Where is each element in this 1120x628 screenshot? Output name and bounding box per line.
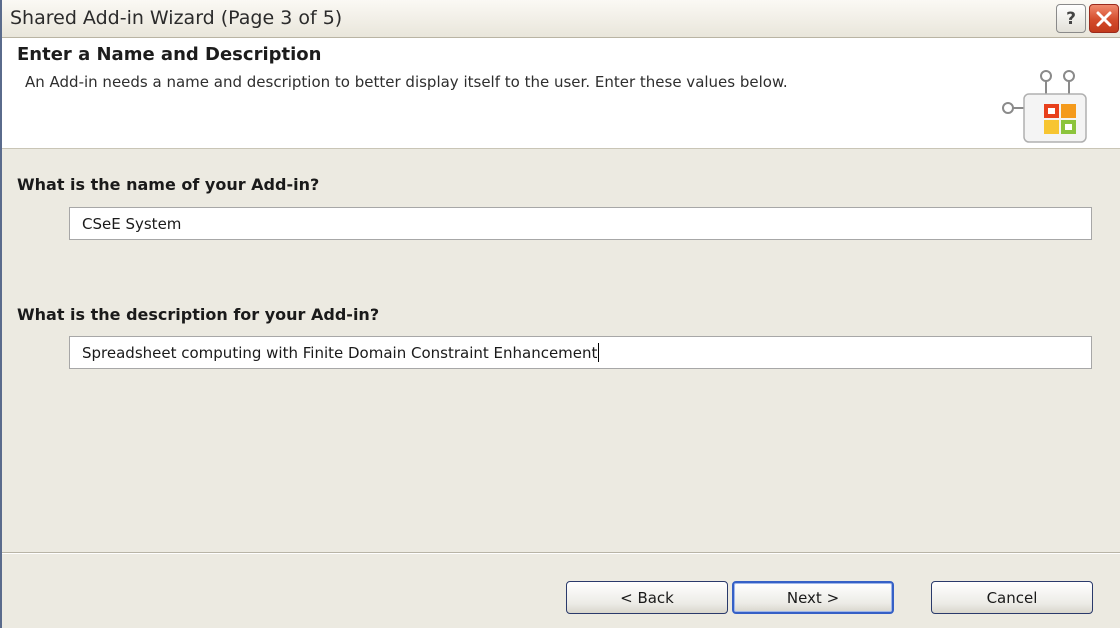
next-button[interactable]: Next > — [732, 581, 894, 614]
page-description: An Add-in needs a name and description t… — [25, 73, 788, 91]
close-button[interactable] — [1089, 4, 1119, 33]
help-icon: ? — [1066, 8, 1076, 29]
back-button[interactable]: < Back — [566, 581, 728, 614]
name-input-value: CSeE System — [82, 214, 182, 233]
close-icon — [1096, 11, 1112, 26]
help-button[interactable]: ? — [1056, 4, 1086, 33]
name-label: What is the name of your Add-in? — [17, 175, 320, 194]
wizard-dialog: Shared Add-in Wizard (Page 3 of 5) ? Ent… — [0, 0, 1120, 628]
description-label: What is the description for your Add-in? — [17, 305, 380, 324]
text-caret — [598, 343, 600, 362]
description-input[interactable]: Spreadsheet computing with Finite Domain… — [69, 336, 1092, 369]
office-addin-icon — [1002, 70, 1087, 143]
footer-divider — [2, 552, 1120, 554]
title-bar[interactable]: Shared Add-in Wizard (Page 3 of 5) ? — [2, 0, 1120, 38]
wizard-header: Enter a Name and Description An Add-in n… — [2, 38, 1120, 149]
page-title: Enter a Name and Description — [17, 44, 322, 65]
cancel-button[interactable]: Cancel — [931, 581, 1093, 614]
description-input-value: Spreadsheet computing with Finite Domain… — [82, 343, 598, 362]
name-input[interactable]: CSeE System — [69, 207, 1092, 240]
window-title: Shared Add-in Wizard (Page 3 of 5) — [10, 7, 343, 29]
